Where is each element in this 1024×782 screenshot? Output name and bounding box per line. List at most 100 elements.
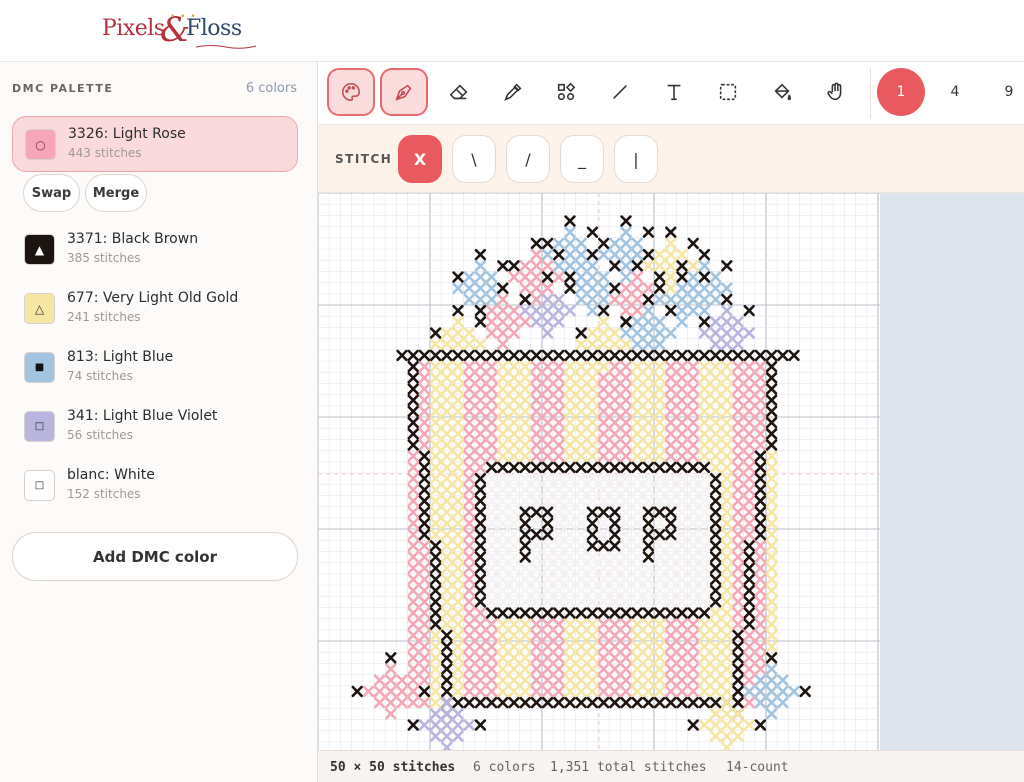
cross-stitch [620,450,632,462]
cross-stitch [418,394,431,406]
stitch-horizontal-button[interactable]: _ [560,135,604,183]
cross-stitch [743,562,755,574]
cross-stitch [743,461,755,474]
cross-stitch [631,562,643,574]
cross-stitch [508,629,520,642]
line-tool-button[interactable] [596,68,644,116]
cross-stitch [519,596,531,608]
cross-stitch [665,674,677,686]
cross-stitch [429,405,442,418]
pattern-canvas-area[interactable] [318,193,1024,750]
cross-stitch [709,607,722,619]
cross-stitch [553,551,565,563]
pen-tool-button[interactable] [380,68,428,116]
cross-stitch [553,304,565,317]
cross-stitch [687,607,699,619]
cross-stitch [541,495,554,507]
cross-stitch [564,551,576,563]
cross-stitch [609,372,621,384]
eyedropper-tool-button[interactable] [489,68,537,116]
cross-stitch [676,383,688,395]
cross-stitch [441,573,453,586]
palette-color-row[interactable]: □ 341: Light Blue Violet 56 stitches [12,399,298,455]
cross-stitch [642,416,655,429]
cross-stitch [765,405,778,418]
cross-stitch [586,428,599,440]
palette-color-row[interactable]: □ blanc: White 152 stitches [12,458,298,514]
zoom-4-button[interactable]: 4 [931,68,979,116]
cross-stitch [485,495,498,507]
cross-stitch [508,394,520,406]
app-logo[interactable]: Pixels & • • • Floss [100,10,260,50]
text-tool-button[interactable] [650,68,698,116]
cross-stitch [609,696,621,709]
zoom-9-button[interactable]: 9 [985,68,1024,116]
stitch-slash-button[interactable]: / [506,135,550,183]
cross-stitch [497,629,509,642]
cross-stitch [687,652,699,664]
cross-stitch [474,584,487,597]
cross-stitch [474,596,487,608]
cross-stitch [698,428,711,440]
cross-stitch [474,618,487,630]
cross-stitch [564,573,576,586]
cross-stitch [687,596,699,608]
cross-stitch [530,618,543,630]
palette-color-row[interactable]: ▲ 3371: Black Brown 385 stitches [12,222,298,278]
cross-stitch [609,248,621,261]
stitch-vertical-button[interactable]: | [614,135,658,183]
cross-stitch [586,674,599,686]
add-dmc-color-button[interactable]: Add DMC color [12,532,298,581]
cross-stitch [553,640,565,653]
cross-stitch [553,450,565,462]
cross-stitch [463,685,475,698]
cross-stitch [485,372,498,384]
color-swatch: △ [24,293,55,324]
cross-stitch [609,282,621,294]
zoom-1-button[interactable]: 1 [877,68,925,116]
cross-stitch [620,383,632,395]
cross-stitch [418,674,431,686]
stitch-backslash-button[interactable]: \ [452,135,496,183]
merge-button[interactable]: Merge [85,174,147,212]
fill-tool-button[interactable] [758,68,806,116]
cross-stitch [463,484,475,496]
cross-stitch [586,248,599,261]
cross-stitch [497,293,509,306]
cross-stitch [642,484,655,496]
cross-stitch [743,506,755,518]
eraser-tool-button[interactable] [435,68,483,116]
cross-stitch [687,450,699,462]
cross-stitch [620,506,632,518]
toolbar-divider [870,68,871,118]
cross-stitch [429,461,442,474]
cross-stitch [687,271,699,283]
shapes-tool-button[interactable] [542,68,590,116]
cross-stitch [519,652,531,664]
cross-stitch [407,674,419,686]
palette-color-row[interactable]: △ 677: Very Light Old Gold 241 stitches [12,281,298,337]
stitch-full-cross-button[interactable]: X [398,135,442,183]
palette-tool-button[interactable] [327,68,375,116]
cross-stitch [575,271,587,283]
cross-stitch [709,338,722,350]
cross-stitch [653,573,666,586]
cross-stitch [754,416,767,429]
palette-color-row[interactable]: ○ 3326: Light Rose 443 stitches [12,116,298,172]
cross-stitch [407,360,419,373]
select-tool-button[interactable] [704,68,752,116]
cross-stitch [429,428,442,440]
cross-stitch [463,405,475,418]
cross-stitch [765,517,778,530]
stitch-grid[interactable] [318,193,880,750]
hand-tool-button[interactable] [812,68,860,116]
cross-stitch [429,551,442,563]
swap-button[interactable]: Swap [23,174,80,212]
cross-stitch [541,506,554,518]
palette-color-row[interactable]: ■ 813: Light Blue 74 stitches [12,340,298,396]
cross-stitch [743,484,755,496]
cross-stitch [698,293,711,306]
cross-stitch [441,629,453,642]
cross-stitch [676,629,688,642]
cross-stitch [564,528,576,541]
